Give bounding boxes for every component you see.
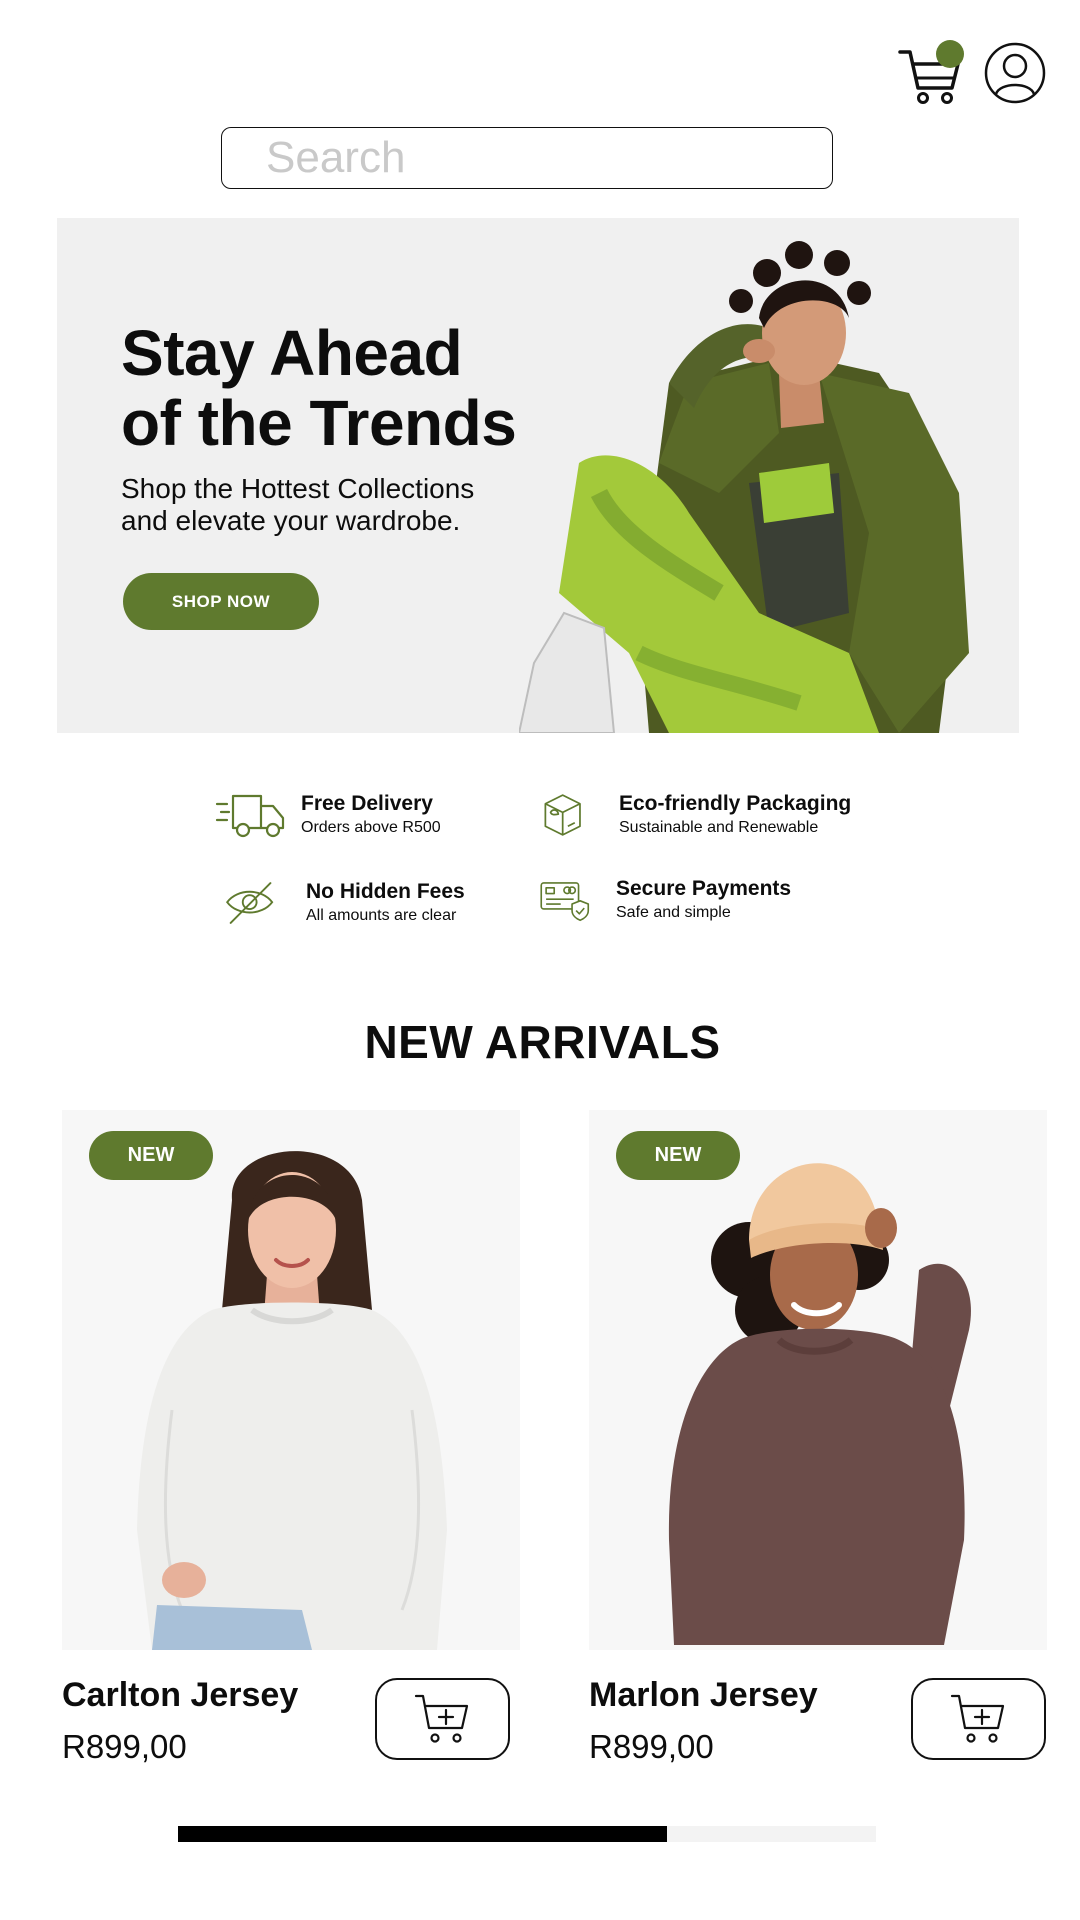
user-icon bbox=[984, 42, 1046, 104]
feature-no-hidden-fees: No Hidden Fees All amounts are clear bbox=[222, 876, 465, 930]
header-actions bbox=[896, 38, 1046, 108]
search-input[interactable] bbox=[266, 133, 841, 183]
credit-card-icon bbox=[540, 882, 590, 922]
hero-title: Stay Ahead of the Trends bbox=[121, 317, 517, 459]
add-to-cart-icon bbox=[950, 1694, 1004, 1743]
product-name[interactable]: Carlton Jersey bbox=[62, 1676, 298, 1715]
product-price: R899,00 bbox=[62, 1728, 187, 1765]
profile-button[interactable] bbox=[984, 42, 1046, 104]
hero-title-line2: of the Trends bbox=[121, 387, 517, 459]
hero-subtitle-line2: and elevate your wardrobe. bbox=[121, 505, 461, 536]
feature-eco-packaging: Eco-friendly Packaging Sustainable and R… bbox=[535, 788, 851, 842]
add-to-cart-icon bbox=[414, 1694, 468, 1743]
eye-off-icon bbox=[225, 882, 274, 924]
hero-banner: Stay Ahead of the Trends Shop the Hottes… bbox=[57, 218, 1019, 733]
feature-title: No Hidden Fees bbox=[306, 880, 465, 903]
product-name[interactable]: Marlon Jersey bbox=[589, 1676, 818, 1715]
feature-subtitle: All amounts are clear bbox=[306, 907, 457, 924]
hero-model-image bbox=[519, 241, 969, 733]
shop-now-button[interactable]: SHOP NOW bbox=[123, 573, 319, 630]
product-image-carlton[interactable]: NEW bbox=[62, 1110, 520, 1650]
hero-subtitle-line1: Shop the Hottest Collections bbox=[121, 473, 475, 504]
feature-title: Eco-friendly Packaging bbox=[619, 792, 852, 815]
add-to-cart-button[interactable] bbox=[375, 1678, 510, 1760]
carousel-progress-fill bbox=[178, 1826, 667, 1842]
feature-subtitle: Safe and simple bbox=[616, 904, 731, 921]
carousel-progress-track[interactable] bbox=[178, 1826, 876, 1842]
new-arrivals-title: NEW ARRIVALS bbox=[364, 1016, 721, 1068]
truck-icon bbox=[215, 794, 285, 838]
product-model-image bbox=[137, 1151, 447, 1650]
hero-title-line1: Stay Ahead bbox=[121, 317, 463, 389]
feature-secure-payments: Secure Payments Safe and simple bbox=[538, 872, 791, 928]
new-badge: NEW bbox=[616, 1131, 740, 1180]
feature-title: Free Delivery bbox=[301, 792, 433, 815]
cart-button[interactable] bbox=[896, 38, 966, 108]
product-image-marlon[interactable]: NEW bbox=[589, 1110, 1047, 1650]
add-to-cart-button[interactable] bbox=[911, 1678, 1046, 1760]
feature-subtitle: Sustainable and Renewable bbox=[619, 819, 819, 836]
hero-subtitle: Shop the Hottest Collections and elevate… bbox=[121, 473, 541, 537]
product-price: R899,00 bbox=[589, 1728, 714, 1765]
feature-title: Secure Payments bbox=[616, 877, 792, 900]
feature-free-delivery: Free Delivery Orders above R500 bbox=[215, 788, 441, 842]
search-bar bbox=[221, 127, 841, 189]
cart-badge bbox=[936, 40, 964, 68]
new-badge: NEW bbox=[89, 1131, 213, 1180]
package-icon bbox=[544, 794, 581, 836]
product-model-image bbox=[668, 1163, 971, 1645]
feature-subtitle: Orders above R500 bbox=[301, 819, 441, 836]
